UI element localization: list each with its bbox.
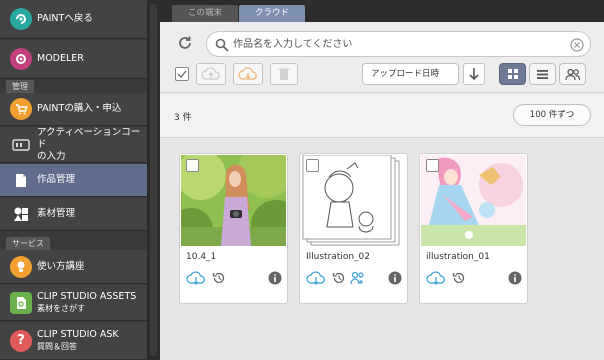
works-grid: 10.4_1 Illustration_02 illustration_01 [160, 139, 604, 360]
sidebar-item-purchase[interactable]: PAINTの購入・申込 [0, 93, 147, 126]
refresh-icon[interactable] [177, 35, 193, 55]
count-bar: 3 件 100 件ずつ [160, 94, 604, 138]
modeler-app-icon [10, 48, 32, 70]
work-checkbox[interactable] [186, 159, 199, 172]
delete-button[interactable] [270, 63, 298, 85]
select-all-checkbox[interactable] [175, 67, 189, 81]
sidebar-item-label: PAINTの購入・申込 [37, 103, 122, 114]
sort-order-button[interactable] [463, 63, 485, 85]
sidebar-item-sublabel: 質問＆回答 [37, 341, 77, 351]
sidebar-item-tutorial[interactable]: 使い方講座 [0, 250, 147, 284]
list-icon [537, 69, 548, 79]
history-icon[interactable] [452, 270, 466, 286]
work-card[interactable]: 10.4_1 [179, 153, 288, 304]
work-title: Illustration_02 [306, 252, 370, 262]
sort-dropdown[interactable]: アップロード日時 [362, 63, 459, 85]
info-icon[interactable] [268, 270, 282, 286]
scrollbar-thumb[interactable] [150, 4, 157, 356]
history-icon[interactable] [212, 270, 226, 286]
history-icon[interactable] [332, 270, 346, 286]
sidebar-item-activation[interactable]: アクティベーションコード の入力 [0, 127, 147, 163]
per-page-button[interactable]: 100 件ずつ [513, 104, 591, 126]
sidebar-item-label: CLIP STUDIO ASSETS [37, 290, 137, 302]
cloud-download-icon[interactable] [306, 270, 326, 286]
view-list-button[interactable] [529, 63, 556, 85]
upload-button[interactable] [196, 63, 226, 85]
trash-icon [279, 68, 289, 80]
item-count: 3 件 [174, 113, 192, 123]
sidebar-item-assets[interactable]: CLIP STUDIO ASSETS 素材をさがす [0, 285, 147, 321]
work-checkbox[interactable] [306, 159, 319, 172]
download-button[interactable] [233, 63, 263, 85]
clear-search-icon[interactable] [570, 37, 584, 56]
work-card[interactable]: illustration_01 [419, 153, 528, 304]
sidebar-item-sublabel: 素材をさがす [37, 303, 85, 313]
view-shared-button[interactable] [559, 63, 586, 85]
info-icon[interactable] [508, 270, 522, 286]
toolbar: アップロード日時 [160, 22, 604, 93]
tab-cloud[interactable]: クラウド [239, 5, 305, 22]
sidebar-item-label: アクティベーションコード [37, 126, 141, 150]
work-card[interactable]: Illustration_02 [299, 153, 408, 304]
section-header-service: サービス [6, 237, 50, 250]
tab-bar: この端末 クラウド [160, 0, 604, 22]
document-icon [10, 169, 32, 191]
search-input[interactable] [233, 36, 563, 52]
sidebar-item-label: PAINTへ戻る [37, 13, 93, 24]
sidebar-item-paint[interactable]: PAINTへ戻る [0, 0, 147, 39]
arrow-down-icon [469, 68, 479, 81]
sidebar: PAINTへ戻る MODELER 管理 PAINTの購入・申込 アクティベーショ… [0, 0, 147, 360]
main-panel: アップロード日時 3 件 100 件ずつ [160, 22, 604, 360]
cloud-download-icon[interactable] [186, 270, 206, 286]
section-header-management: 管理 [6, 80, 34, 93]
cloud-upload-icon [201, 67, 220, 80]
sidebar-item-label: MODELER [37, 53, 84, 64]
question-icon: ? [10, 329, 32, 352]
keypad-icon [10, 134, 32, 156]
view-grid-button[interactable] [499, 63, 526, 85]
sidebar-item-label: 使い方講座 [37, 260, 85, 272]
assets-icon [10, 291, 32, 314]
sidebar-item-works[interactable]: 作品管理 [0, 164, 147, 197]
cart-icon [10, 98, 32, 120]
users-icon [564, 68, 580, 80]
sidebar-item-materials[interactable]: 素材管理 [0, 198, 147, 231]
paint-app-icon [10, 8, 32, 30]
sidebar-item-ask[interactable]: ? CLIP STUDIO ASK 質問＆回答 [0, 322, 147, 360]
search-icon [215, 37, 229, 56]
cloud-download-icon [238, 67, 257, 80]
grid-icon [507, 69, 518, 79]
sidebar-scrollbar[interactable] [147, 0, 160, 360]
lightbulb-icon [10, 255, 32, 278]
work-checkbox[interactable] [426, 159, 439, 172]
tab-this-device[interactable]: この端末 [172, 5, 238, 22]
shared-users-icon[interactable] [350, 270, 366, 286]
info-icon[interactable] [388, 270, 402, 286]
search-box [206, 31, 591, 57]
sidebar-item-label: 作品管理 [37, 174, 76, 185]
sidebar-item-label: 素材管理 [37, 208, 76, 219]
materials-icon [10, 203, 32, 225]
work-title: 10.4_1 [186, 252, 217, 262]
work-title: illustration_01 [426, 252, 490, 262]
cloud-download-icon[interactable] [426, 270, 446, 286]
sidebar-item-sublabel: の入力 [37, 150, 66, 162]
sidebar-item-label: CLIP STUDIO ASK [37, 328, 119, 340]
sidebar-item-modeler[interactable]: MODELER [0, 40, 147, 79]
